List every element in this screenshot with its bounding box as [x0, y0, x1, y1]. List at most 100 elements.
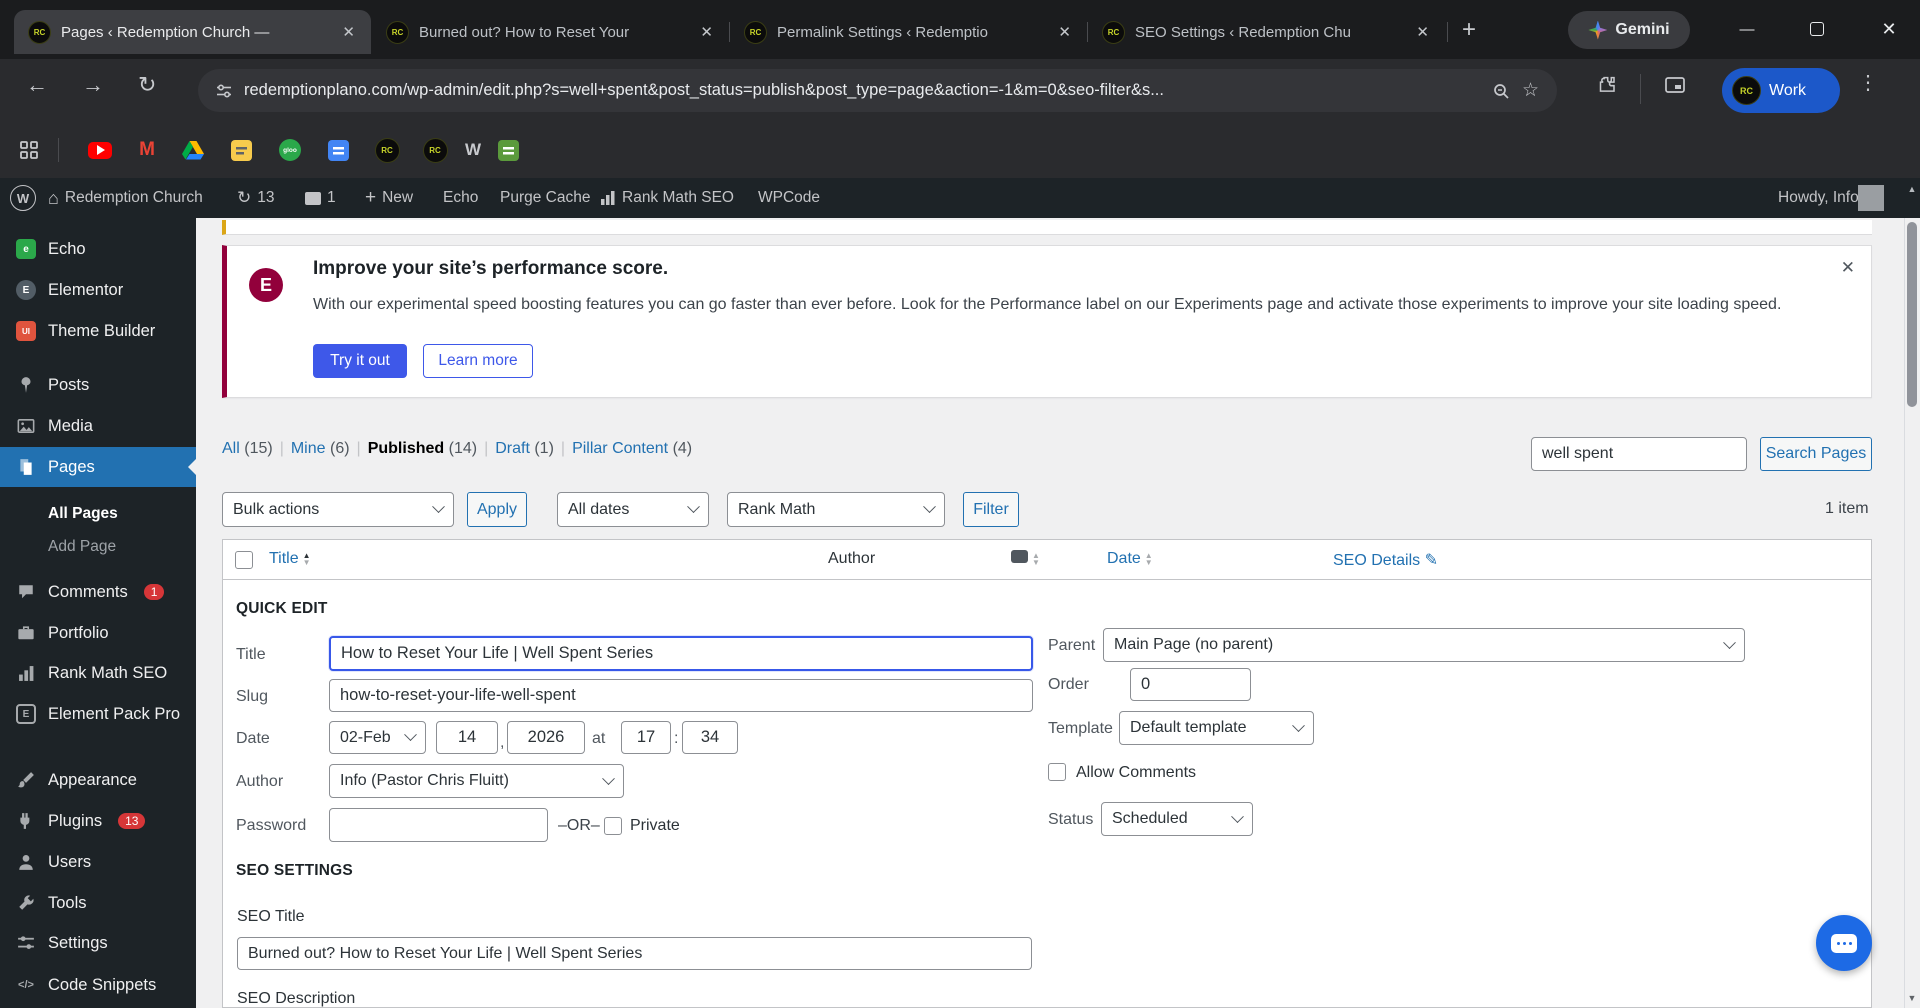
scrollbar-thumb[interactable]: [1907, 222, 1917, 407]
window-restore-button[interactable]: [1802, 14, 1832, 44]
learn-more-button[interactable]: Learn more: [423, 344, 533, 378]
tab-close-icon[interactable]: ✕: [338, 23, 359, 41]
sidebar-item-elementor[interactable]: E Elementor: [0, 270, 196, 310]
allow-comments-checkbox[interactable]: [1048, 763, 1066, 781]
sidebar-item-rank-math[interactable]: Rank Math SEO: [0, 653, 196, 693]
address-bar[interactable]: redemptionplano.com/wp-admin/edit.php?s=…: [198, 69, 1557, 112]
tab-permalink-settings[interactable]: RC Permalink Settings ‹ Redemptio ✕: [730, 10, 1087, 54]
adminbar-updates[interactable]: ↻ 13: [237, 178, 275, 218]
sidebar-subitem-add-page[interactable]: Add Page: [0, 531, 196, 563]
browser-menu-icon[interactable]: ⋮: [1858, 70, 1878, 95]
seo-title-input[interactable]: [237, 937, 1032, 970]
tab-pages[interactable]: RC Pages ‹ Redemption Church — ✕: [14, 10, 371, 54]
bookmark-note-icon[interactable]: [229, 138, 253, 162]
url-text[interactable]: redemptionplano.com/wp-admin/edit.php?s=…: [244, 81, 1480, 100]
adminbar-comments[interactable]: 1: [305, 178, 336, 218]
seo-filter-select[interactable]: Rank Math: [727, 492, 945, 527]
apps-grid-icon[interactable]: [17, 138, 41, 162]
sidebar-item-code-snippets[interactable]: </> Code Snippets: [0, 965, 196, 1005]
extensions-icon[interactable]: [1596, 74, 1618, 96]
column-date[interactable]: Date ▲ ▼: [1107, 550, 1153, 568]
hour-input[interactable]: [621, 721, 671, 754]
sidebar-item-pages[interactable]: Pages: [0, 447, 196, 487]
reload-icon[interactable]: ↻: [138, 74, 156, 96]
select-all-checkbox[interactable]: [235, 551, 253, 569]
adminbar-wpcode[interactable]: WPCode: [758, 178, 820, 218]
bookmark-rc-site-icon[interactable]: RC: [374, 137, 400, 163]
scrollbar-down-arrow[interactable]: ▼: [1904, 988, 1920, 1008]
sidebar-item-comments[interactable]: Comments 1: [0, 572, 196, 612]
bookmark-gmail-icon[interactable]: M: [135, 138, 159, 162]
back-icon[interactable]: ←: [26, 74, 48, 96]
sidebar-item-appearance[interactable]: Appearance: [0, 760, 196, 800]
order-input[interactable]: [1130, 668, 1251, 701]
sidebar-item-media[interactable]: Media: [0, 406, 196, 446]
new-tab-button[interactable]: +: [1462, 16, 1476, 44]
sidebar-subitem-all-pages[interactable]: All Pages: [0, 498, 196, 530]
zoom-page-icon[interactable]: [1492, 82, 1510, 100]
scrollbar-up-arrow[interactable]: ▲: [1904, 178, 1920, 218]
bookmark-green-list-icon[interactable]: [496, 138, 520, 162]
template-select[interactable]: Default template: [1119, 711, 1314, 745]
bookmark-star-icon[interactable]: ☆: [1522, 79, 1539, 102]
sidebar-item-tools[interactable]: Tools: [0, 883, 196, 923]
chat-fab-button[interactable]: [1816, 915, 1872, 971]
forward-icon[interactable]: →: [82, 74, 104, 96]
column-seo-details[interactable]: SEO Details ✎: [1333, 550, 1438, 570]
tab-close-icon[interactable]: ✕: [1412, 23, 1433, 41]
status-select[interactable]: Scheduled: [1101, 802, 1253, 836]
all-dates-select[interactable]: All dates: [557, 492, 709, 527]
bookmark-docs-icon[interactable]: [326, 138, 350, 162]
tab-close-icon[interactable]: ✕: [1054, 23, 1075, 41]
tab-burned-out[interactable]: RC Burned out? How to Reset Your ✕: [372, 10, 729, 54]
filter-draft[interactable]: Draft: [495, 440, 530, 457]
sidebar-item-posts[interactable]: Posts: [0, 365, 196, 405]
filter-button[interactable]: Filter: [963, 492, 1019, 527]
minute-input[interactable]: [682, 721, 738, 754]
adminbar-echo[interactable]: Echo: [443, 178, 478, 218]
day-input[interactable]: [436, 721, 498, 754]
try-it-out-button[interactable]: Try it out: [313, 344, 407, 378]
filter-pillar-content[interactable]: Pillar Content: [572, 440, 668, 457]
search-pages-input[interactable]: [1531, 437, 1747, 471]
adminbar-howdy[interactable]: Howdy, Info: [1778, 178, 1859, 218]
column-comments[interactable]: ▲ ▼: [1011, 550, 1040, 568]
private-checkbox[interactable]: [604, 817, 622, 835]
author-select[interactable]: Info (Pastor Chris Fluitt): [329, 764, 624, 798]
sidebar-item-settings[interactable]: Settings: [0, 923, 196, 963]
apply-button[interactable]: Apply: [467, 492, 527, 527]
sidebar-item-portfolio[interactable]: Portfolio: [0, 613, 196, 653]
bulk-actions-select[interactable]: Bulk actions: [222, 492, 454, 527]
adminbar-new[interactable]: + New: [365, 178, 413, 218]
filter-published[interactable]: Published: [368, 440, 444, 457]
filter-all[interactable]: All: [222, 440, 240, 457]
sidebar-item-echo[interactable]: e Echo: [0, 229, 196, 269]
filter-mine[interactable]: Mine: [291, 440, 326, 457]
parent-select[interactable]: Main Page (no parent): [1103, 628, 1745, 662]
column-title[interactable]: Title ▲ ▼: [269, 550, 311, 568]
adminbar-avatar[interactable]: [1858, 178, 1884, 218]
month-select[interactable]: 02-Feb: [329, 721, 426, 754]
tab-close-icon[interactable]: ✕: [696, 23, 717, 41]
window-close-button[interactable]: ✕: [1874, 14, 1904, 44]
year-input[interactable]: [507, 721, 585, 754]
adminbar-site-name[interactable]: ⌂ Redemption Church: [48, 178, 203, 218]
side-panel-icon[interactable]: [1664, 74, 1686, 96]
sidebar-item-element-pack[interactable]: E Element Pack Pro: [0, 694, 196, 734]
window-minimize-button[interactable]: —: [1732, 14, 1762, 44]
title-input[interactable]: [329, 636, 1033, 671]
bookmark-drive-icon[interactable]: [181, 138, 205, 162]
site-info-icon[interactable]: [216, 83, 232, 99]
wordpress-logo-icon[interactable]: W: [10, 178, 36, 218]
tab-seo-settings[interactable]: RC SEO Settings ‹ Redemption Chu ✕: [1088, 10, 1445, 54]
banner-close-icon[interactable]: ✕: [1841, 258, 1855, 278]
bookmark-w-icon[interactable]: W: [461, 138, 485, 162]
adminbar-purge-cache[interactable]: Purge Cache: [500, 178, 590, 218]
slug-input[interactable]: [329, 679, 1033, 712]
sidebar-item-theme-builder[interactable]: UI Theme Builder: [0, 311, 196, 351]
password-input[interactable]: [329, 808, 548, 842]
gemini-button[interactable]: Gemini: [1568, 11, 1690, 49]
search-pages-button[interactable]: Search Pages: [1760, 437, 1872, 471]
bookmark-youtube-icon[interactable]: [88, 138, 112, 162]
sidebar-item-users[interactable]: Users: [0, 842, 196, 882]
